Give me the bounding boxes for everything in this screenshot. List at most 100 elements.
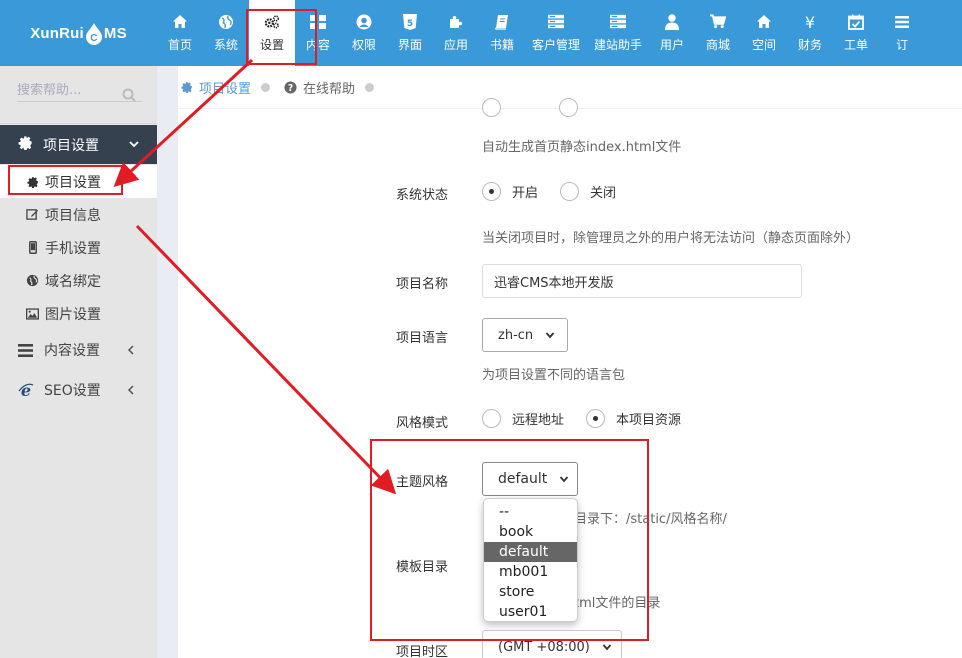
project-name-input[interactable]: 迅睿CMS本地开发版: [482, 264, 802, 298]
nav-item-14[interactable]: 工单: [833, 0, 879, 66]
nav-item-12[interactable]: 空间: [741, 0, 787, 66]
breadcrumb-item-project-settings[interactable]: 项目设置: [181, 78, 251, 97]
nav-item-6[interactable]: 应用: [433, 0, 479, 66]
status-off-radio[interactable]: [560, 182, 580, 201]
theme-select[interactable]: default: [482, 462, 578, 496]
logo-text-right: MS: [103, 24, 127, 42]
search-icon[interactable]: [122, 87, 136, 106]
sidebar-item-label: 域名绑定: [45, 273, 101, 290]
theme-option[interactable]: book: [484, 522, 577, 542]
timezone-value: (GMT +08:00): [498, 639, 590, 655]
project-name-value: 迅睿CMS本地开发版: [494, 275, 614, 291]
nav-item-3[interactable]: 内容: [295, 0, 341, 66]
style-local-radio[interactable]: [586, 409, 606, 428]
chevron-down-icon: [128, 138, 140, 154]
status-off-label[interactable]: 关闭: [590, 182, 616, 201]
ie-icon: e: [17, 382, 34, 398]
style-local-label[interactable]: 本项目资源: [616, 409, 681, 428]
nav-item-label: 工单: [844, 37, 869, 52]
project-name-label: 项目名称: [396, 277, 449, 292]
cart-icon: [710, 14, 727, 30]
theme-option[interactable]: default: [484, 542, 577, 562]
index-radio-partial[interactable]: [559, 98, 578, 117]
theme-option[interactable]: --: [484, 502, 577, 522]
svg-text:¥: ¥: [805, 14, 815, 30]
breadcrumb-label: 项目设置: [199, 81, 252, 97]
theme-label: 主题风格: [396, 475, 449, 490]
nav-item-10[interactable]: 用户: [649, 0, 695, 66]
nav-item-label: 财务: [798, 37, 823, 52]
sidebar-group-project-settings[interactable]: 项目设置: [0, 125, 157, 164]
sidebar-item-label: 手机设置: [45, 240, 101, 257]
timezone-select[interactable]: (GMT +08:00): [482, 630, 622, 658]
nav-item-label: 商城: [706, 37, 731, 52]
edit-icon: [26, 208, 39, 221]
breadcrumb-separator: [261, 82, 271, 92]
nav-item-0[interactable]: 首页: [157, 0, 203, 66]
sidebar-group-label: 内容设置: [44, 343, 100, 359]
nav-item-5[interactable]: 5 界面: [387, 0, 433, 66]
user-circle-icon: [356, 14, 372, 30]
mobile-icon: [26, 241, 39, 254]
index-radio-partial[interactable]: [482, 98, 501, 117]
theme-help-text: 目录下：/static/风格名称/: [574, 512, 727, 527]
status-on-radio[interactable]: [482, 182, 501, 201]
logo[interactable]: XunRui C MS: [0, 0, 157, 66]
image-icon: [26, 307, 39, 320]
nav-item-1[interactable]: 系统: [203, 0, 249, 66]
nav-item-7[interactable]: 书籍: [479, 0, 525, 66]
status-radio-group: 开启 关闭: [482, 182, 616, 201]
nav-item-9[interactable]: 建站助手: [587, 0, 649, 66]
sidebar-group-seo-settings[interactable]: e SEO设置: [0, 370, 157, 410]
nav-item-15[interactable]: 订: [879, 0, 925, 66]
chevron-left-icon: [127, 384, 135, 400]
style-remote-label[interactable]: 远程地址: [512, 409, 564, 428]
language-value: zh-cn: [498, 327, 534, 343]
status-help-text: 当关闭项目时，除管理员之外的用户将无法访问（静态页面除外）: [482, 231, 860, 246]
theme-option[interactable]: store: [484, 582, 577, 602]
nav-item-4[interactable]: 权限: [341, 0, 387, 66]
sidebar-group-content-settings[interactable]: 内容设置: [0, 330, 157, 370]
nav-item-label: 内容: [305, 37, 330, 52]
sidebar-group-label: SEO设置: [44, 383, 101, 399]
gear-icon: [181, 81, 193, 93]
nav-item-label: 建站助手: [594, 37, 643, 52]
puzzle-icon: [448, 14, 464, 30]
book-icon: [494, 14, 510, 30]
index-help-text: 自动生成首页静态index.html文件: [482, 140, 682, 155]
top-navbar: XunRui C MS 首页 系统 设置 内容 权限 5 界面 应用 书籍 客户管理 建站助手 用户 商…: [0, 0, 962, 66]
nav-item-11[interactable]: 商城: [695, 0, 741, 66]
calendar-check-icon: [848, 14, 864, 30]
style-remote-radio[interactable]: [482, 409, 501, 428]
sidebar: 项目设置 项目设置 项目信息 手机设置 域名绑定 图片设置: [0, 66, 157, 658]
sidebar-item-mobile-settings[interactable]: 手机设置: [0, 231, 157, 264]
nav-item-13[interactable]: ¥ 财务: [787, 0, 833, 66]
theme-option[interactable]: mb001: [484, 562, 577, 582]
nav-item-8[interactable]: 客户管理: [525, 0, 587, 66]
breadcrumb-item-online-help[interactable]: ? 在线帮助: [284, 78, 355, 97]
server-icon: [548, 14, 564, 30]
yen-icon: ¥: [802, 14, 818, 30]
sidebar-item-project-settings[interactable]: 项目设置: [0, 165, 157, 198]
timezone-label: 项目时区: [396, 645, 449, 658]
breadcrumb-label: 在线帮助: [303, 81, 356, 97]
theme-dropdown-list: -- book default mb001 store user01: [483, 498, 578, 622]
nav-item-label: 首页: [167, 37, 192, 52]
language-select[interactable]: zh-cn: [482, 318, 568, 352]
server-icon: [610, 14, 627, 30]
nav-item-2[interactable]: 设置: [249, 0, 295, 66]
home-icon: [756, 14, 772, 30]
language-help-text: 为项目设置不同的语言包: [482, 368, 626, 383]
svg-text:5: 5: [407, 19, 413, 29]
sidebar-item-project-info[interactable]: 项目信息: [0, 198, 157, 231]
theme-option[interactable]: user01: [484, 602, 577, 622]
nav-item-label: 设置: [259, 37, 284, 52]
sidebar-item-image-settings[interactable]: 图片设置: [0, 297, 157, 330]
template-dir-label: 模板目录: [396, 560, 449, 575]
breadcrumb-separator: [365, 82, 375, 92]
chevron-down-icon: [559, 475, 569, 483]
globe-icon: [26, 274, 39, 287]
sidebar-item-domain-binding[interactable]: 域名绑定: [0, 264, 157, 297]
status-on-label[interactable]: 开启: [512, 182, 538, 201]
question-circle-icon: ?: [284, 80, 297, 94]
